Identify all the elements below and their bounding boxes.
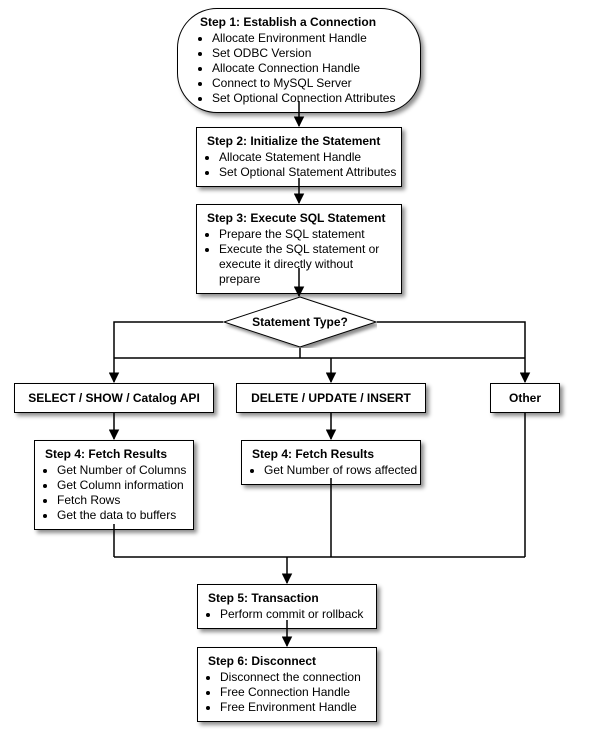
node-step2: Step 2: Initialize the Statement Allocat… bbox=[196, 127, 402, 187]
node-step2-bullets: Allocate Statement Handle Set Optional S… bbox=[207, 150, 391, 180]
node-step6-bullets: Disconnect the connection Free Connectio… bbox=[208, 670, 366, 715]
bullet: Get Number of Columns bbox=[57, 463, 183, 478]
node-branch-dml: DELETE / UPDATE / INSERT bbox=[236, 383, 426, 413]
bullet: Disconnect the connection bbox=[220, 670, 366, 685]
bullet: Allocate Statement Handle bbox=[219, 150, 391, 165]
node-branch-select: SELECT / SHOW / Catalog API bbox=[14, 383, 214, 413]
branch-select-label: SELECT / SHOW / Catalog API bbox=[28, 391, 200, 405]
node-step4b-title: Step 4: Fetch Results bbox=[252, 447, 410, 461]
bullet: Set ODBC Version bbox=[212, 46, 398, 61]
bullet: Connect to MySQL Server bbox=[212, 76, 398, 91]
node-step5-bullets: Perform commit or rollback bbox=[208, 607, 366, 622]
node-step2-title: Step 2: Initialize the Statement bbox=[207, 134, 391, 148]
bullet: Prepare the SQL statement bbox=[219, 227, 391, 242]
node-step4b-bullets: Get Number of rows affected bbox=[252, 463, 410, 478]
bullet: Get the data to buffers bbox=[57, 508, 183, 523]
node-step6: Step 6: Disconnect Disconnect the connec… bbox=[197, 647, 377, 722]
bullet: Get Number of rows affected bbox=[264, 463, 410, 478]
node-step4a-bullets: Get Number of Columns Get Column informa… bbox=[45, 463, 183, 523]
bullet: Free Connection Handle bbox=[220, 685, 366, 700]
node-decision: Statement Type? bbox=[223, 296, 377, 348]
bullet: Get Column information bbox=[57, 478, 183, 493]
bullet: Perform commit or rollback bbox=[220, 607, 366, 622]
node-step1-bullets: Allocate Environment Handle Set ODBC Ver… bbox=[200, 31, 398, 106]
node-step5-title: Step 5: Transaction bbox=[208, 591, 366, 605]
node-step6-title: Step 6: Disconnect bbox=[208, 654, 366, 668]
branch-dml-label: DELETE / UPDATE / INSERT bbox=[251, 391, 411, 405]
node-step4a-title: Step 4: Fetch Results bbox=[45, 447, 183, 461]
node-decision-label: Statement Type? bbox=[223, 296, 377, 348]
node-step1-title: Step 1: Establish a Connection bbox=[200, 15, 398, 29]
bullet: Free Environment Handle bbox=[220, 700, 366, 715]
node-step4a: Step 4: Fetch Results Get Number of Colu… bbox=[34, 440, 194, 530]
node-step3-bullets: Prepare the SQL statement Execute the SQ… bbox=[207, 227, 391, 287]
node-branch-other: Other bbox=[490, 383, 560, 413]
bullet: Set Optional Connection Attributes bbox=[212, 91, 398, 106]
bullet: Fetch Rows bbox=[57, 493, 183, 508]
bullet: Allocate Connection Handle bbox=[212, 61, 398, 76]
node-step1: Step 1: Establish a Connection Allocate … bbox=[177, 8, 421, 113]
branch-other-label: Other bbox=[509, 391, 541, 405]
bullet: Allocate Environment Handle bbox=[212, 31, 398, 46]
bullet: Execute the SQL statement or execute it … bbox=[219, 242, 391, 287]
node-step4b: Step 4: Fetch Results Get Number of rows… bbox=[241, 440, 421, 485]
bullet: Set Optional Statement Attributes bbox=[219, 165, 391, 180]
node-step3-title: Step 3: Execute SQL Statement bbox=[207, 211, 391, 225]
node-step5: Step 5: Transaction Perform commit or ro… bbox=[197, 584, 377, 629]
node-step3: Step 3: Execute SQL Statement Prepare th… bbox=[196, 204, 402, 294]
flowchart-canvas: Step 1: Establish a Connection Allocate … bbox=[0, 0, 598, 737]
